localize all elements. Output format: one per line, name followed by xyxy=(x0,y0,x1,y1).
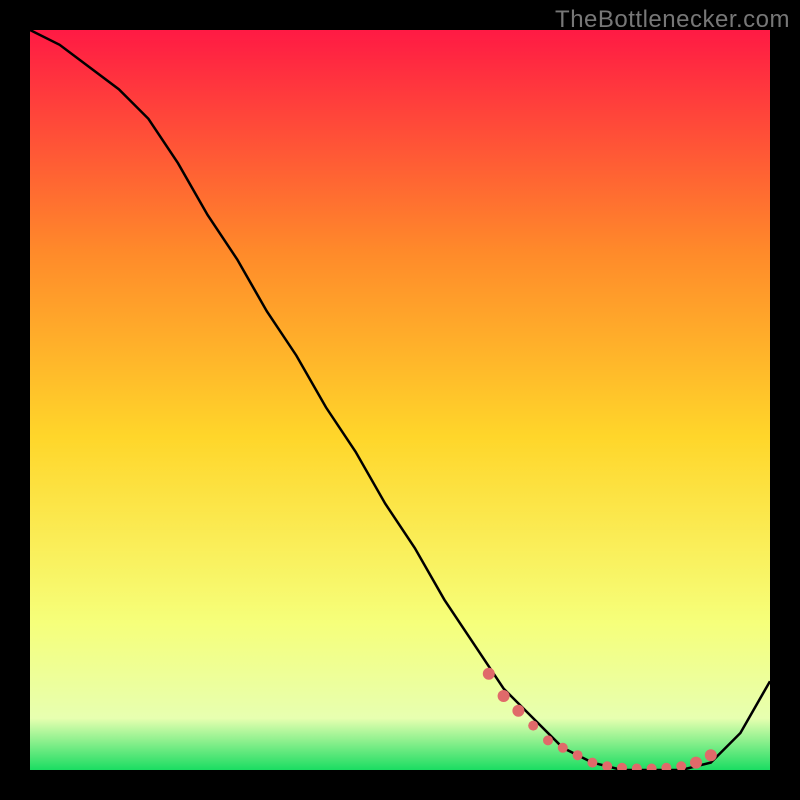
marker-point xyxy=(498,690,510,702)
marker-point xyxy=(558,743,568,753)
marker-point xyxy=(528,721,538,731)
marker-point xyxy=(483,668,495,680)
marker-point xyxy=(587,758,597,768)
gradient-background xyxy=(30,30,770,770)
marker-point xyxy=(705,749,717,761)
chart-plot-area xyxy=(30,30,770,770)
marker-point xyxy=(512,705,524,717)
chart-stage: TheBottlenecker.com xyxy=(0,0,800,800)
marker-point xyxy=(543,735,553,745)
marker-point xyxy=(573,750,583,760)
watermark-text: TheBottlenecker.com xyxy=(555,6,790,34)
chart-svg xyxy=(30,30,770,770)
marker-point xyxy=(690,757,702,769)
